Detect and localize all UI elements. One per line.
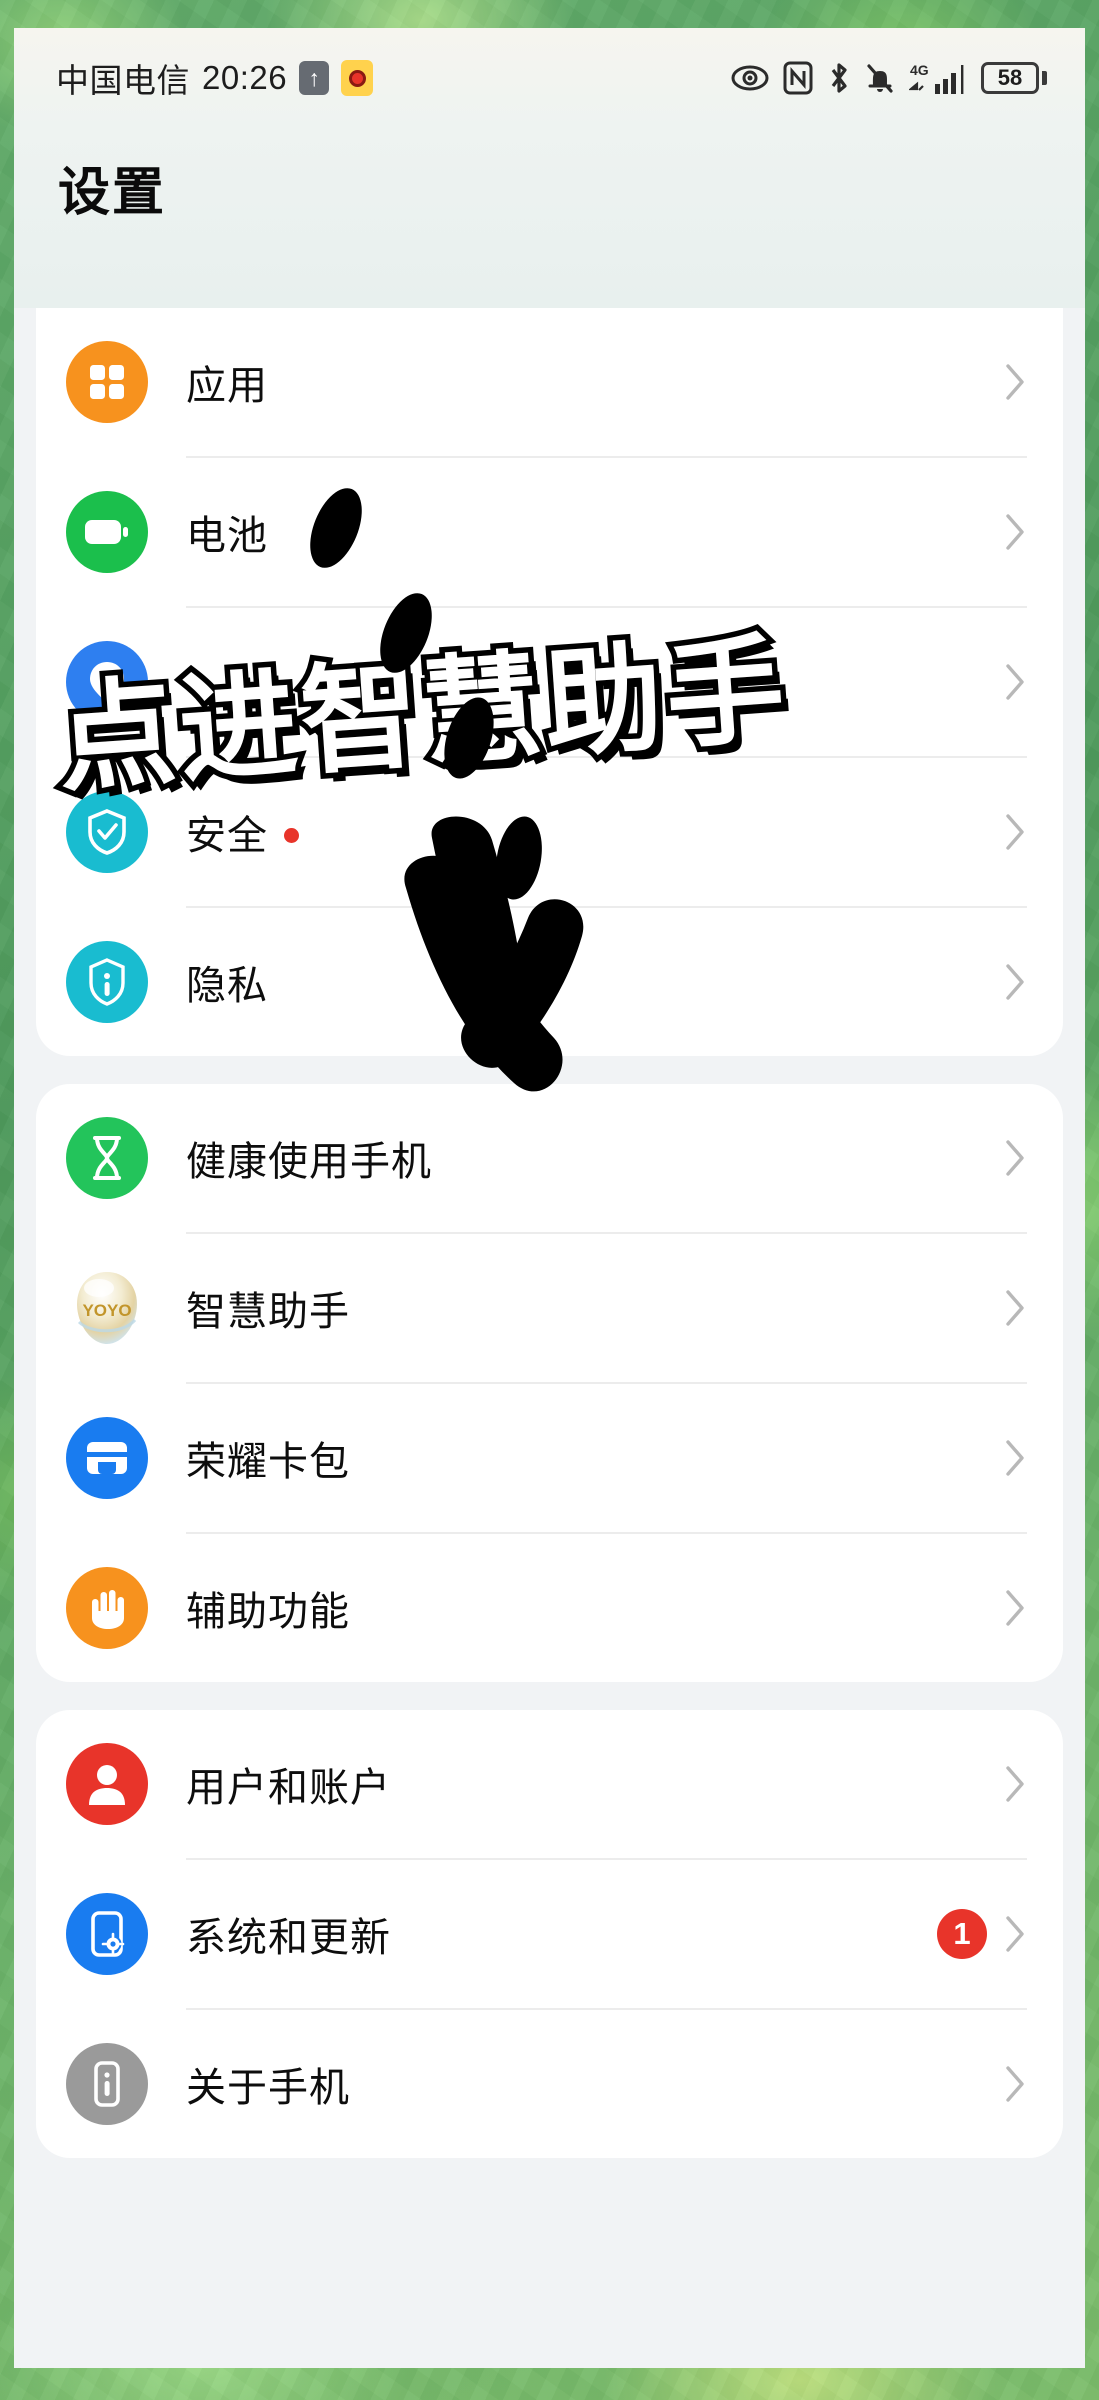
settings-row-label: 系统和更新	[186, 1916, 391, 1960]
settings-row-apps-grid[interactable]: 应用	[36, 308, 1063, 456]
settings-row-label: 智慧助手	[186, 1290, 350, 1334]
settings-row-yoyo-orb[interactable]: YOYO 智慧助手	[36, 1234, 1063, 1382]
hourglass-icon	[66, 1117, 148, 1199]
wallet-card-icon	[66, 1417, 148, 1499]
settings-row-label: 电池	[186, 514, 268, 558]
hand-icon	[66, 1567, 148, 1649]
clock-label: 20:26	[202, 59, 288, 96]
new-indicator-dot	[284, 827, 299, 843]
mute-bell-icon	[865, 61, 895, 95]
settings-row-label: 应用	[186, 364, 268, 408]
settings-group-2: 健康使用手机 YOYO 智慧助手荣耀卡包辅助功能	[36, 1084, 1063, 1682]
phone-screen: 中国电信 20:26 ↑ 4G 58 设置 应用 电池 安全 隐私 健康使用手机…	[14, 28, 1085, 2368]
status-badge: 1	[937, 1909, 987, 1959]
chevron-right-icon	[1005, 1439, 1027, 1477]
settings-row-label: 健康使用手机	[186, 1140, 432, 1184]
chevron-right-icon	[1005, 1289, 1027, 1327]
chevron-right-icon	[1005, 1139, 1027, 1177]
user-icon	[66, 1743, 148, 1825]
shield-check-icon	[66, 791, 148, 873]
settings-group-3: 用户和账户系统和更新 1 关于手机	[36, 1710, 1063, 2158]
battery-status-icon: 58	[981, 62, 1047, 94]
weibo-icon	[341, 60, 374, 96]
settings-row-location[interactable]	[36, 608, 1063, 756]
settings-group-1: 应用 电池 安全 隐私	[36, 308, 1063, 1056]
chevron-right-icon	[1005, 813, 1027, 851]
settings-row-battery[interactable]: 电池	[36, 458, 1063, 606]
settings-row-phone-gear[interactable]: 系统和更新 1	[36, 1860, 1063, 2008]
svg-text:4G: 4G	[910, 62, 929, 78]
settings-row-label: 隐私	[186, 964, 268, 1008]
settings-row-lock-info[interactable]: 隐私	[36, 908, 1063, 1056]
settings-row-phone-info[interactable]: 关于手机	[36, 2010, 1063, 2158]
chevron-right-icon	[1005, 963, 1027, 1001]
settings-list[interactable]: 应用电池安全隐私健康使用手机 YOYO 智慧助手荣耀卡包辅助功能用户和账户系统和更新…	[14, 308, 1085, 2368]
svg-text:YOYO: YOYO	[82, 1301, 131, 1320]
settings-row-hourglass[interactable]: 健康使用手机	[36, 1084, 1063, 1232]
lock-info-icon	[66, 941, 148, 1023]
yoyo-orb-icon: YOYO	[66, 1267, 148, 1349]
settings-row-label: 辅助功能	[186, 1590, 350, 1634]
page-title: 设置	[58, 164, 167, 222]
chevron-right-icon	[1005, 663, 1027, 701]
settings-row-label: 用户和账户	[186, 1766, 391, 1810]
page-header: 设置	[14, 128, 1085, 308]
signal-4g-icon: 4G	[909, 60, 967, 96]
eye-comfort-icon	[731, 64, 769, 92]
status-bar-left: 中国电信 20:26 ↑	[56, 54, 374, 102]
chevron-right-icon	[1005, 2065, 1027, 2103]
chevron-right-icon	[1005, 1915, 1027, 1953]
location-icon	[66, 641, 148, 723]
battery-percent-label: 58	[981, 62, 1039, 94]
apps-grid-icon	[66, 341, 148, 423]
chevron-right-icon	[1005, 513, 1027, 551]
settings-row-hand[interactable]: 辅助功能	[36, 1534, 1063, 1682]
status-bar-right: 4G 58	[731, 60, 1047, 96]
settings-row-user[interactable]: 用户和账户	[36, 1710, 1063, 1858]
phone-gear-icon	[66, 1893, 148, 1975]
settings-row-wallet-card[interactable]: 荣耀卡包	[36, 1384, 1063, 1532]
settings-row-label: 荣耀卡包	[186, 1440, 350, 1484]
nfc-icon	[783, 61, 813, 95]
chevron-right-icon	[1005, 1589, 1027, 1627]
bluetooth-icon	[827, 61, 851, 95]
settings-row-shield-check[interactable]: 安全	[36, 758, 1063, 906]
phone-info-icon	[66, 2043, 148, 2125]
settings-row-label: 安全	[186, 814, 268, 858]
status-bar: 中国电信 20:26 ↑ 4G 58	[14, 28, 1085, 128]
upload-arrow-icon: ↑	[299, 61, 330, 95]
chevron-right-icon	[1005, 1765, 1027, 1803]
carrier-label: 中国电信	[56, 62, 190, 99]
chevron-right-icon	[1005, 363, 1027, 401]
battery-icon	[66, 491, 148, 573]
settings-row-label: 关于手机	[186, 2066, 350, 2110]
